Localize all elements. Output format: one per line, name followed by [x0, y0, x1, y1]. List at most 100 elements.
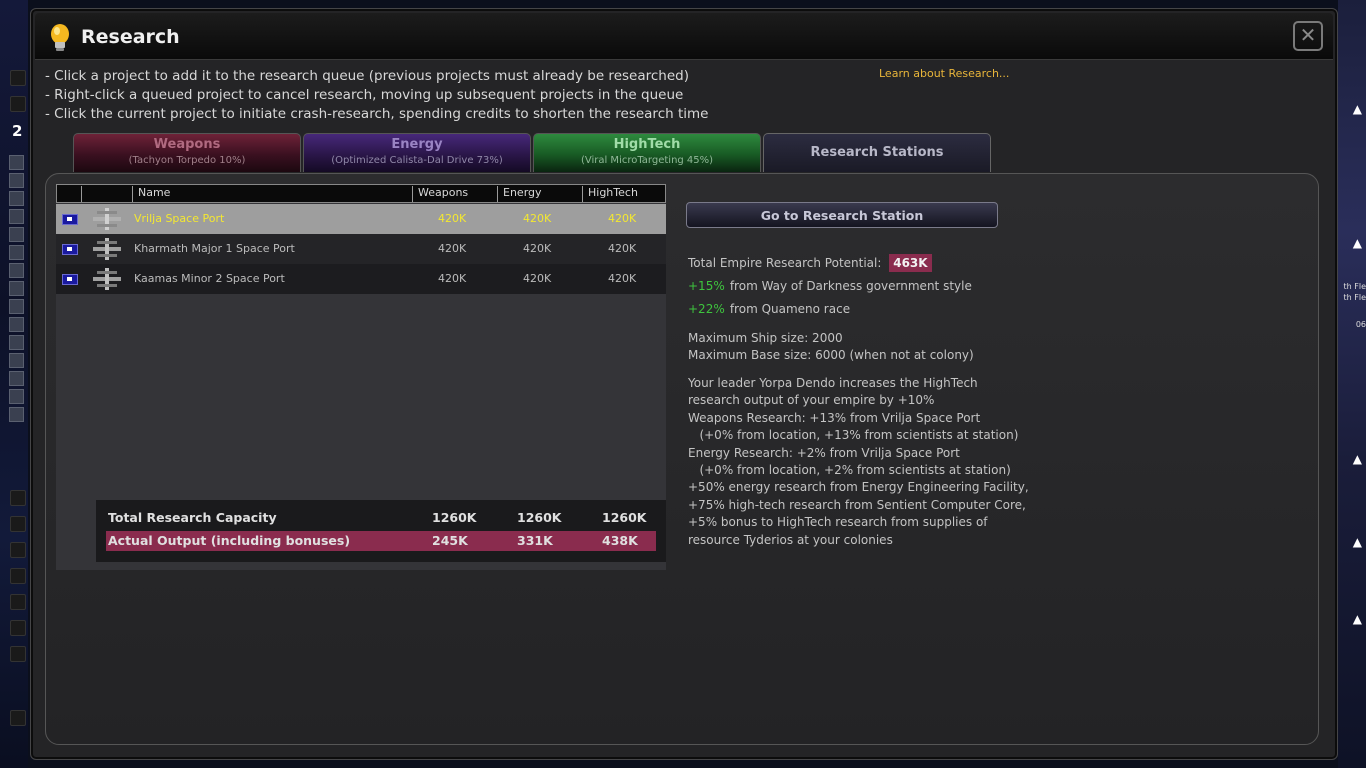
- background-left-strip: 2: [0, 0, 28, 768]
- tab-current-project: (Tachyon Torpedo 10%): [128, 155, 246, 166]
- toolbar-icon[interactable]: [9, 191, 24, 206]
- bonus-percent: +15%: [688, 279, 725, 293]
- detail-line: +5% bonus to HighTech research from supp…: [688, 515, 988, 530]
- detail-line: resource Tyderios at your colonies: [688, 532, 893, 547]
- energy-value: 420K: [523, 242, 552, 255]
- energy-value: 420K: [523, 272, 552, 285]
- toolbar-icon[interactable]: [9, 335, 24, 350]
- detail-line: (+0% from location, +2% from scientists …: [688, 463, 1011, 478]
- table-header: Name Weapons Energy HighTech: [56, 184, 666, 203]
- toolbar-icon[interactable]: [9, 209, 24, 224]
- bonus-line: +22% from Quameno race: [688, 302, 850, 316]
- empire-flag-icon: [62, 274, 78, 285]
- toolbar-icon[interactable]: [9, 281, 24, 296]
- toolbar-icon[interactable]: [9, 299, 24, 314]
- film-frame: [10, 542, 26, 558]
- research-window: Research ✕ - Click a project to add it t…: [30, 8, 1338, 760]
- actual-weapons: 245K: [432, 533, 468, 548]
- lightbulb-icon: [51, 24, 69, 51]
- instructions: - Click a project to add it to the resea…: [45, 67, 708, 124]
- empire-flag-icon: [62, 244, 78, 255]
- detail-line: Your leader Yorpa Dendo increases the Hi…: [688, 376, 978, 390]
- station-name: Kaamas Minor 2 Space Port: [134, 272, 285, 285]
- toolbar-icon[interactable]: [9, 353, 24, 368]
- film-frame: [10, 96, 26, 112]
- weapons-value: 420K: [438, 272, 467, 285]
- tab-label: Research Stations: [810, 145, 944, 160]
- detail-line: Energy Research: +2% from Vrilja Space P…: [688, 445, 960, 460]
- toolbar-icon[interactable]: [9, 227, 24, 242]
- column-header-name[interactable]: Name: [132, 186, 412, 202]
- column-header-energy[interactable]: Energy: [497, 186, 582, 202]
- background-right-strip: ▲ ▲ ▲ ▲ ▲ th Fle th Fle 06: [1338, 0, 1366, 768]
- bonus-line: +15% from Way of Darkness government sty…: [688, 279, 972, 293]
- table-row[interactable]: Vrilja Space Port 420K 420K 420K: [56, 204, 666, 234]
- toolbar-icon[interactable]: [9, 263, 24, 278]
- table-row[interactable]: Kharmath Major 1 Space Port 420K 420K 42…: [56, 234, 666, 264]
- instruction-line: - Click a project to add it to the resea…: [45, 68, 689, 84]
- fleet-label: th Fle: [1343, 293, 1366, 302]
- toolbar-icon[interactable]: [9, 317, 24, 332]
- table-row[interactable]: Kaamas Minor 2 Space Port 420K 420K 420K: [56, 264, 666, 294]
- learn-about-research-link[interactable]: Learn about Research...: [879, 67, 1009, 80]
- bonus-percent: +22%: [688, 302, 725, 316]
- film-frame: [10, 70, 26, 86]
- detail-line: (+0% from location, +13% from scientists…: [688, 428, 1019, 443]
- hightech-value: 420K: [608, 242, 637, 255]
- hightech-value: 420K: [608, 272, 637, 285]
- toolbar-icon[interactable]: [9, 371, 24, 386]
- actual-energy: 331K: [517, 533, 553, 548]
- tab-weapons[interactable]: Weapons (Tachyon Torpedo 10%): [73, 133, 301, 172]
- film-frame: [10, 646, 26, 662]
- toolbar-icon[interactable]: [9, 407, 24, 422]
- space-port-icon: [93, 268, 121, 290]
- detail-line: +75% high-tech research from Sentient Co…: [688, 497, 1026, 512]
- total-weapons: 1260K: [432, 510, 477, 525]
- bonus-source: from Quameno race: [729, 302, 851, 316]
- tab-hightech[interactable]: HighTech (Viral MicroTargeting 45%): [533, 133, 761, 172]
- film-frame: [10, 516, 26, 532]
- empire-flag-icon: [62, 214, 78, 225]
- tab-current-project: (Optimized Calista-Dal Drive 73%): [331, 155, 503, 166]
- space-port-icon: [93, 238, 121, 260]
- close-button[interactable]: ✕: [1293, 21, 1323, 51]
- fleet-label: th Fle: [1343, 282, 1366, 291]
- film-frame: [10, 620, 26, 636]
- fleet-label: 06: [1355, 320, 1366, 329]
- total-capacity-label: Total Research Capacity: [108, 510, 277, 525]
- detail-line: +50% energy research from Energy Enginee…: [688, 480, 1029, 495]
- actual-output-label: Actual Output (including bonuses): [108, 533, 351, 548]
- tab-research-stations[interactable]: Research Stations: [763, 133, 991, 172]
- triangle-marker-icon: ▲: [1352, 452, 1362, 466]
- actual-hightech: 438K: [602, 533, 638, 548]
- max-base-size: Maximum Base size: 6000 (when not at col…: [688, 348, 974, 362]
- go-to-research-station-button[interactable]: Go to Research Station: [686, 202, 998, 228]
- detail-line: research output of your empire by +10%: [688, 393, 935, 408]
- tab-label: HighTech: [613, 137, 681, 152]
- column-header-weapons[interactable]: Weapons: [412, 186, 497, 202]
- instruction-line: - Right-click a queued project to cancel…: [45, 87, 684, 103]
- detail-line: Weapons Research: +13% from Vrilja Space…: [688, 410, 981, 425]
- actual-output-row: Actual Output (including bonuses) 245K 3…: [106, 531, 656, 551]
- column-header-hightech[interactable]: HighTech: [582, 186, 667, 202]
- potential-value: 463K: [889, 254, 932, 272]
- toolbar-icon[interactable]: [9, 245, 24, 260]
- hightech-value: 420K: [608, 212, 637, 225]
- total-capacity-row: Total Research Capacity 1260K 1260K 1260…: [106, 508, 656, 528]
- bonus-source: from Way of Darkness government style: [729, 279, 972, 293]
- window-title: Research: [81, 26, 180, 48]
- tab-current-project: (Viral MicroTargeting 45%): [580, 155, 714, 166]
- tab-energy[interactable]: Energy (Optimized Calista-Dal Drive 73%): [303, 133, 531, 172]
- station-name: Kharmath Major 1 Space Port: [134, 242, 295, 255]
- toolbar-icon[interactable]: [9, 155, 24, 170]
- toolbar-icon[interactable]: [9, 173, 24, 188]
- weapons-value: 420K: [438, 212, 467, 225]
- tab-label: Energy: [391, 137, 443, 152]
- triangle-marker-icon: ▲: [1352, 612, 1362, 626]
- toolbar-icon[interactable]: [9, 389, 24, 404]
- research-potential: Total Empire Research Potential: 463K: [688, 254, 932, 272]
- film-frame: [10, 568, 26, 584]
- triangle-marker-icon: ▲: [1352, 535, 1362, 549]
- column-header-flag[interactable]: [81, 186, 132, 202]
- total-hightech: 1260K: [602, 510, 647, 525]
